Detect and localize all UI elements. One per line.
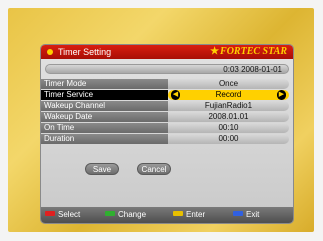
timer-setting-dialog: Timer Setting ★FORTEC STAR 0:03 2008-01-…	[40, 44, 294, 224]
row-wakeup-channel[interactable]: Wakeup Channel FujianRadio1	[41, 101, 293, 111]
row-label: Timer Service	[41, 90, 168, 100]
yellow-key-icon	[173, 211, 183, 216]
tv-screen: Timer Setting ★FORTEC STAR 0:03 2008-01-…	[8, 8, 314, 232]
hint-label: Change	[118, 210, 147, 219]
dialog-header: Timer Setting ★FORTEC STAR	[41, 45, 293, 59]
row-on-time[interactable]: On Time 00:10	[41, 123, 293, 133]
row-value: Once	[168, 79, 289, 89]
row-timer-mode[interactable]: Timer Mode Once	[41, 79, 293, 89]
row-duration[interactable]: Duration 00:00	[41, 134, 293, 144]
arrow-right-icon[interactable]: ▶	[277, 90, 286, 100]
row-label: Wakeup Date	[41, 112, 168, 122]
row-value: 00:10	[168, 123, 289, 133]
hint-label: Exit	[246, 210, 260, 219]
row-value: Record	[168, 90, 289, 100]
row-label: Wakeup Channel	[41, 101, 168, 111]
row-value: FujianRadio1	[168, 101, 289, 111]
hint-exit: Exit	[233, 210, 259, 220]
hint-enter: Enter	[173, 210, 205, 220]
cancel-button[interactable]: Cancel	[137, 163, 171, 175]
row-value: 2008.01.01	[168, 112, 289, 122]
hint-label: Select	[58, 210, 81, 219]
save-button[interactable]: Save	[85, 163, 119, 175]
dialog-title: Timer Setting	[58, 47, 112, 57]
settings-list: Timer Mode Once Timer Service Record ◀ ▶…	[41, 79, 293, 145]
brand-logo: ★FORTEC STAR	[210, 45, 287, 59]
key-hint-bar: Select Change Enter Exit	[41, 207, 293, 223]
hint-label: Enter	[186, 210, 206, 219]
hint-select: Select	[45, 210, 80, 220]
star-icon: ★	[210, 46, 220, 57]
brand-name: FORTEC STAR	[220, 46, 287, 57]
row-timer-service[interactable]: Timer Service Record ◀ ▶	[41, 90, 293, 100]
blue-key-icon	[233, 211, 243, 216]
row-wakeup-date[interactable]: Wakeup Date 2008.01.01	[41, 112, 293, 122]
current-datetime: 0:03 2008-01-01	[45, 64, 289, 74]
green-key-icon	[105, 211, 115, 216]
row-value: 00:00	[168, 134, 289, 144]
bullet-icon	[47, 49, 53, 55]
hint-change: Change	[105, 210, 146, 220]
row-label: On Time	[41, 123, 168, 133]
row-label: Duration	[41, 134, 168, 144]
row-label: Timer Mode	[41, 79, 168, 89]
red-key-icon	[45, 211, 55, 216]
arrow-left-icon[interactable]: ◀	[171, 90, 180, 100]
